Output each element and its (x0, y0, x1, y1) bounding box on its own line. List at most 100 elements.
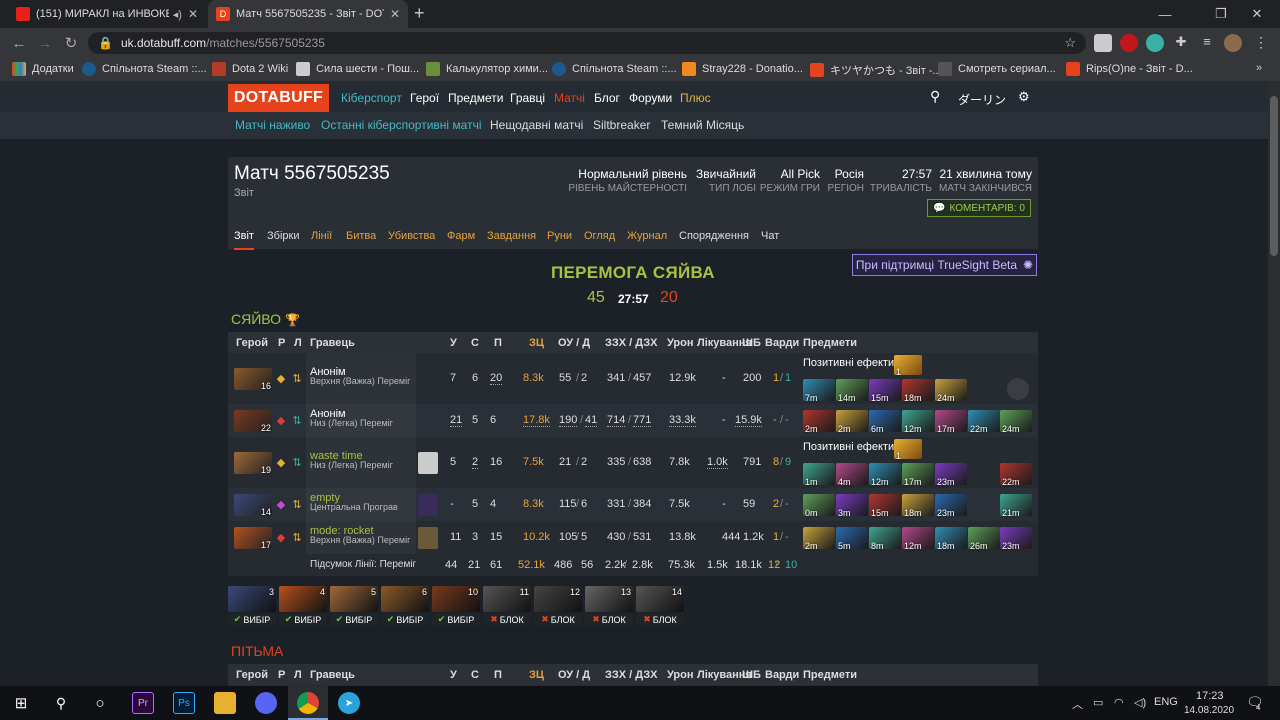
nav-heroes[interactable]: Герої (410, 91, 439, 105)
bookmark-item[interactable]: Сила шести - Пош... (296, 62, 419, 76)
player-avatar[interactable] (418, 452, 438, 474)
draft-pick[interactable]: 13 ✖ БЛОК (585, 586, 633, 626)
photoshop-icon[interactable]: Ps (173, 692, 195, 714)
gear-icon[interactable]: ⚙ (1018, 89, 1030, 105)
tab-report[interactable]: Звіт (234, 230, 254, 250)
tab-farm[interactable]: Фарм (447, 230, 475, 242)
item-icon[interactable]: 24m (935, 379, 967, 403)
item-icon[interactable]: 12m (902, 527, 934, 551)
subnav-pro[interactable]: Останні кіберспортивні матчі (321, 118, 481, 132)
star-icon[interactable]: ☆ (1064, 35, 1076, 51)
buff-icon[interactable]: 1 (894, 355, 922, 377)
item-icon[interactable]: 18m (902, 379, 934, 403)
tab-gear[interactable]: Спорядження (679, 230, 749, 242)
nav-blog[interactable]: Блог (594, 91, 620, 105)
tab-kills[interactable]: Убивства (388, 230, 435, 242)
comments-button[interactable]: 💬 КОМЕНТАРІВ: 0 (927, 199, 1031, 217)
avatar[interactable] (1224, 34, 1242, 52)
bookmark-apps[interactable]: Додатки (12, 62, 74, 76)
puzzle-icon[interactable]: ✚ (1172, 34, 1190, 52)
minimize-icon[interactable]: — (1142, 0, 1188, 28)
bookmark-item[interactable]: Смотреть сериал... (938, 62, 1056, 76)
item-icon[interactable]: 17m (935, 410, 967, 434)
item-icon[interactable]: 18m (935, 527, 967, 551)
bookmark-item[interactable]: Rips(O)ne - Звіт - D... (1066, 62, 1193, 76)
nav-esports[interactable]: Кіберспорт (341, 91, 402, 105)
player-avatar[interactable] (418, 494, 438, 516)
wifi-icon[interactable]: ◠ (1114, 696, 1124, 709)
nav-forums[interactable]: Форуми (629, 91, 672, 105)
url-field[interactable]: 🔒 uk.dotabuff.com/matches/5567505235 ☆ (88, 32, 1086, 54)
browser-tab-dotabuff[interactable]: D Матч 5567505235 - Звіт - DOTAB ✕ (208, 0, 408, 28)
more-bookmarks-icon[interactable]: » (1256, 62, 1262, 74)
draft-pick[interactable]: 3 ✔ ВИБІР (228, 586, 276, 626)
tab-chat[interactable]: Чат (761, 230, 779, 242)
draft-pick[interactable]: 5 ✔ ВИБІР (330, 586, 378, 626)
bookmark-item[interactable]: Dota 2 Wiki (212, 62, 288, 76)
item-icon[interactable]: 12m (902, 410, 934, 434)
logo[interactable]: DOTABUFF (228, 84, 329, 112)
nav-matches[interactable]: Матчі (554, 91, 585, 105)
buff-icon[interactable]: 1 (894, 439, 922, 461)
subnav-dark-moon[interactable]: Темний Місяць (661, 118, 744, 132)
language-indicator[interactable]: ENG (1154, 696, 1178, 708)
item-icon[interactable]: 23m (935, 463, 967, 487)
subnav-siltbreaker[interactable]: Siltbreaker (593, 118, 650, 132)
truesight-button[interactable]: При підтримці TrueSight Beta ✺ (852, 254, 1037, 276)
windows-start-icon[interactable]: ⊞ (10, 692, 32, 714)
discord-icon[interactable] (255, 692, 277, 714)
draft-pick[interactable]: 4 ✔ ВИБІР (279, 586, 327, 626)
adblock-icon[interactable] (1120, 34, 1138, 52)
item-icon[interactable]: 17m (902, 463, 934, 487)
item-icon[interactable]: 7m (803, 379, 835, 403)
item-icon[interactable]: 23m (935, 494, 967, 518)
tab-objectives[interactable]: Завдання (487, 230, 536, 242)
bookmark-item[interactable]: Stray228 - Donatio... (682, 62, 803, 76)
neutral-item-slot[interactable] (1007, 378, 1029, 400)
tab-runes[interactable]: Руни (547, 230, 572, 242)
nav-items[interactable]: Предмети (448, 91, 503, 105)
menu-icon[interactable]: ⋮ (1252, 34, 1270, 52)
scrollbar-thumb[interactable] (1270, 96, 1278, 256)
browser-tab-youtube[interactable]: (151) МИРАКЛ на ИНВОКЕР ◂) ✕ (8, 0, 206, 28)
page-scrollbar[interactable] (1268, 82, 1280, 686)
item-icon[interactable]: 3m (836, 494, 868, 518)
item-icon[interactable]: 18m (902, 494, 934, 518)
item-icon[interactable]: 0m (803, 494, 835, 518)
extension-icon[interactable] (1146, 34, 1164, 52)
reload-icon[interactable]: ↻ (58, 34, 84, 52)
close-tab-icon[interactable]: ✕ (188, 7, 198, 21)
tab-lanes[interactable]: Лінії (311, 230, 332, 242)
item-icon[interactable]: 22m (968, 410, 1000, 434)
item-icon[interactable]: 2m (803, 410, 835, 434)
player-avatar[interactable] (418, 527, 438, 549)
nav-plus[interactable]: Плюс (680, 91, 711, 105)
item-icon[interactable]: 22m (1000, 463, 1032, 487)
subnav-live[interactable]: Матчі наживо (235, 118, 310, 132)
item-icon[interactable]: 15m (869, 494, 901, 518)
chrome-icon[interactable] (297, 692, 319, 714)
username[interactable]: ダーリン (958, 91, 1006, 108)
draft-pick[interactable]: 12 ✖ БЛОК (534, 586, 582, 626)
close-tab-icon[interactable]: ✕ (390, 7, 400, 21)
item-icon[interactable]: 1m (803, 463, 835, 487)
tray-chevron-icon[interactable]: ︿ (1072, 696, 1083, 712)
volume-icon[interactable]: ◁) (1134, 696, 1146, 709)
task-view-icon[interactable]: ○ (89, 692, 111, 714)
draft-pick[interactable]: 11 ✖ БЛОК (483, 586, 531, 626)
draft-pick[interactable]: 14 ✖ БЛОК (636, 586, 684, 626)
item-icon[interactable]: 5m (836, 527, 868, 551)
item-icon[interactable]: 12m (869, 463, 901, 487)
bookmark-item[interactable]: Калькулятор хими... (426, 62, 548, 76)
new-tab-icon[interactable]: + (414, 3, 425, 24)
clock-time[interactable]: 17:23 (1196, 690, 1224, 702)
draft-pick[interactable]: 10 ✔ ВИБІР (432, 586, 480, 626)
item-icon[interactable]: 2m (803, 527, 835, 551)
forward-icon[interactable]: → (32, 35, 58, 52)
bookmark-item[interactable]: Спільнота Steam ::... (552, 62, 677, 76)
telegram-icon[interactable]: ➤ (338, 692, 360, 714)
item-icon[interactable]: 14m (836, 379, 868, 403)
item-icon[interactable]: 26m (968, 527, 1000, 551)
media-icon[interactable]: ≡ (1198, 34, 1216, 52)
item-icon[interactable]: 15m (869, 379, 901, 403)
